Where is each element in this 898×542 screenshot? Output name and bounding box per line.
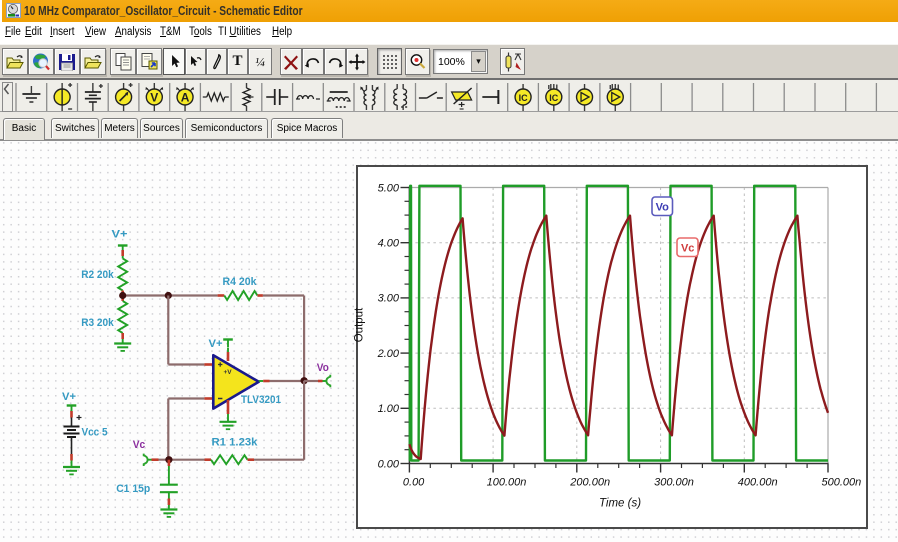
svg-text:R2 20k: R2 20k <box>81 269 114 281</box>
svg-text:Vc: Vc <box>133 439 146 451</box>
svg-text:Vc: Vc <box>681 243 694 255</box>
svg-text:Vo: Vo <box>656 202 670 214</box>
svg-text:Vcc 5: Vcc 5 <box>82 427 108 439</box>
svg-text:C1 15p: C1 15p <box>116 483 150 495</box>
svg-text:V+: V+ <box>112 229 128 241</box>
svg-text:0.00: 0.00 <box>403 477 425 489</box>
svg-text:200.00n: 200.00n <box>569 477 610 489</box>
svg-text:Time (s): Time (s) <box>599 498 641 510</box>
svg-text:R4 20k: R4 20k <box>223 276 258 288</box>
svg-text:100.00n: 100.00n <box>487 477 527 489</box>
svg-text:V+: V+ <box>62 391 76 403</box>
svg-text:2.00: 2.00 <box>377 348 400 360</box>
svg-text:3.00: 3.00 <box>378 293 400 305</box>
svg-text:300.00n: 300.00n <box>654 477 694 489</box>
svg-text:R1 1.23k: R1 1.23k <box>212 437 259 449</box>
svg-text:0.00: 0.00 <box>378 458 400 470</box>
svg-text:1.00: 1.00 <box>378 403 400 415</box>
svg-text:4.00: 4.00 <box>378 238 400 250</box>
svg-text:R3 20k: R3 20k <box>81 317 114 329</box>
svg-text:Output: Output <box>354 307 366 342</box>
svg-text:5.00: 5.00 <box>378 182 400 194</box>
svg-text:500.00n: 500.00n <box>822 477 862 489</box>
svg-text:+V: +V <box>224 369 233 376</box>
svg-text:V+: V+ <box>209 338 223 350</box>
svg-text:400.00n: 400.00n <box>738 477 778 489</box>
svg-text:Vo: Vo <box>317 362 329 374</box>
svg-text:TLV3201: TLV3201 <box>241 394 281 406</box>
